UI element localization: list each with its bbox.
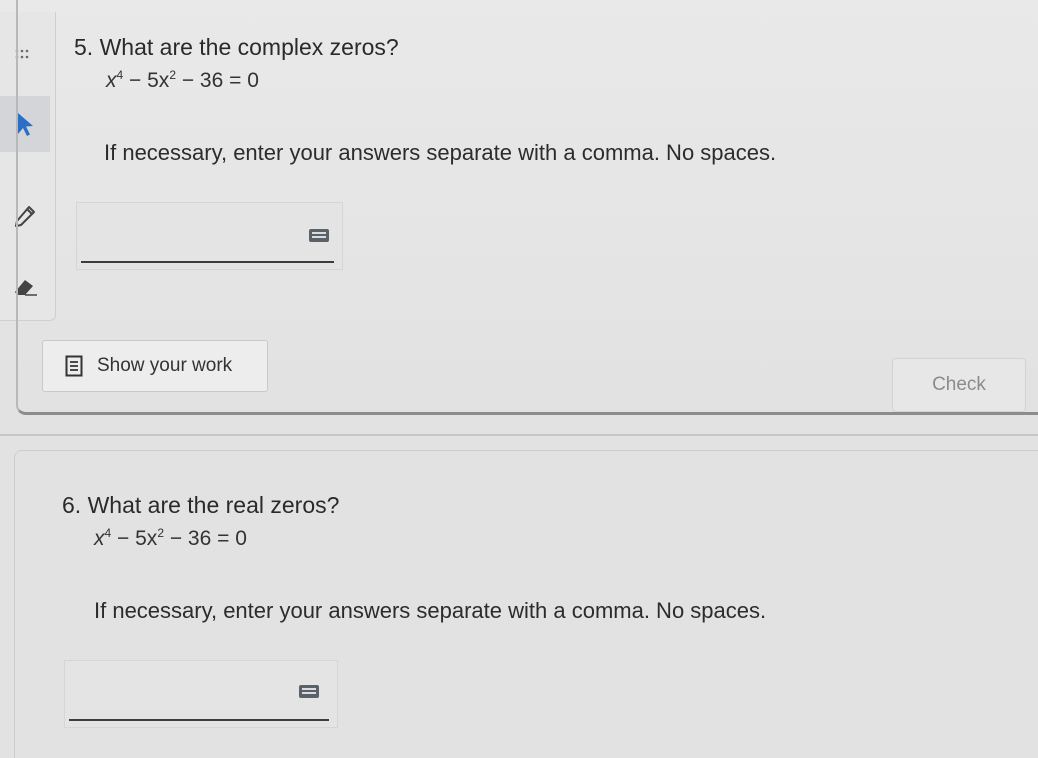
question-5-answer-box [76, 202, 343, 270]
question-6-text: What are the real zeros? [87, 492, 340, 518]
show-your-work-button[interactable]: Show your work [42, 340, 268, 392]
keyboard-icon[interactable] [299, 685, 319, 698]
answer-underline [69, 719, 329, 721]
keyboard-icon[interactable] [309, 229, 329, 242]
question-6-number: 6. [62, 492, 82, 518]
question-6-title: 6. What are the real zeros? [62, 492, 339, 519]
question-5-equation: x4 − 5x2 − 36 = 0 [106, 68, 259, 92]
question-5-title: 5. What are the complex zeros? [74, 34, 399, 61]
question-6-answer-input[interactable] [71, 675, 275, 707]
question-5-instructions: If necessary, enter your answers separat… [104, 140, 777, 165]
worksheet-page: 5. What are the complex zeros? x4 − 5x2 … [0, 0, 1038, 758]
answer-underline [81, 261, 334, 263]
question-6-answer-box [64, 660, 338, 728]
show-your-work-label: Show your work [97, 355, 233, 376]
question-5-answer-input[interactable] [83, 217, 287, 249]
question-5-number: 5. [74, 34, 94, 60]
question-6-equation: x4 − 5x2 − 36 = 0 [94, 526, 247, 550]
question-5-text: What are the complex zeros? [99, 34, 399, 60]
check-button[interactable]: Check [892, 358, 1026, 412]
notes-icon [65, 355, 83, 377]
question-6-instructions: If necessary, enter your answers separat… [94, 598, 767, 623]
